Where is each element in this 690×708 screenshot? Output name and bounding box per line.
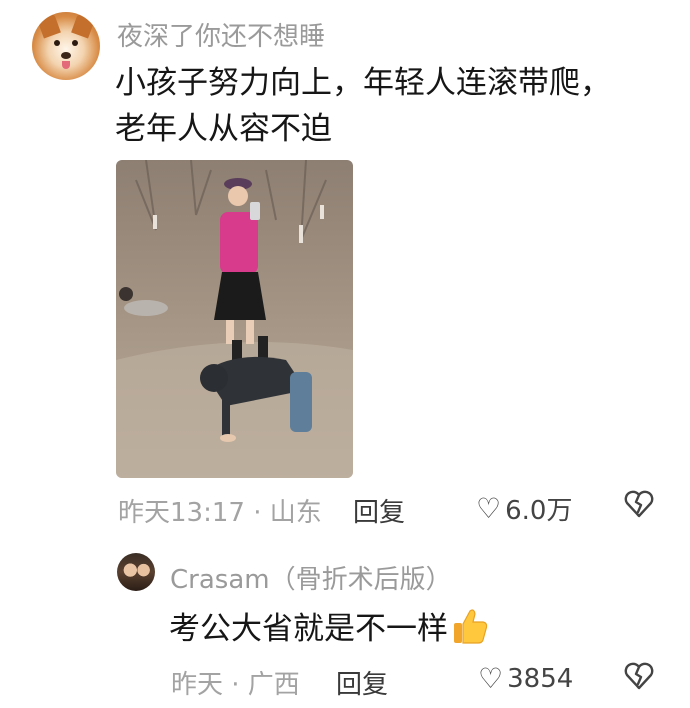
heart-outline-icon: ♡ [478,662,504,695]
reply-text-content: 考公大省就是不一样 [169,611,448,647]
broken-heart-icon [624,490,654,518]
commenter-avatar[interactable] [32,12,100,80]
reply-commenter-username[interactable]: Crasam（骨折术后版） [170,559,452,596]
thumbs-up-icon [454,608,488,644]
reply-commenter-avatar[interactable] [117,553,155,591]
like-count: 6.0万 [505,496,573,526]
avatar-ear [71,13,95,39]
reply-comment-meta: 昨天 · 广西 [171,670,300,700]
broken-heart-icon [624,662,654,690]
heart-outline-icon: ♡ [476,492,502,525]
avatar-eye [54,40,60,46]
reply-button[interactable]: 回复 [336,664,388,701]
comment-photo[interactable] [116,160,353,478]
like-count: 3854 [507,663,574,694]
comment-meta: 昨天13:17 · 山东 [118,498,322,528]
dislike-button[interactable] [624,662,654,697]
commenter-username[interactable]: 夜深了你还不想睡 [117,16,325,53]
like-button[interactable]: ♡ 6.0万 [476,490,572,527]
avatar-ear [37,13,61,39]
like-button[interactable]: ♡ 3854 [478,662,573,695]
comment-text-line: 老年人从容不迫 [115,111,332,147]
avatar-nose [61,52,71,59]
avatar-tongue [62,61,70,69]
comment-text-line: 小孩子努力向上，年轻人连滚带爬， [115,65,611,101]
reply-button[interactable]: 回复 [353,492,405,529]
dislike-button[interactable] [624,490,654,525]
avatar-eye [72,40,78,46]
reply-comment-text: 考公大省就是不一样 [169,603,490,648]
